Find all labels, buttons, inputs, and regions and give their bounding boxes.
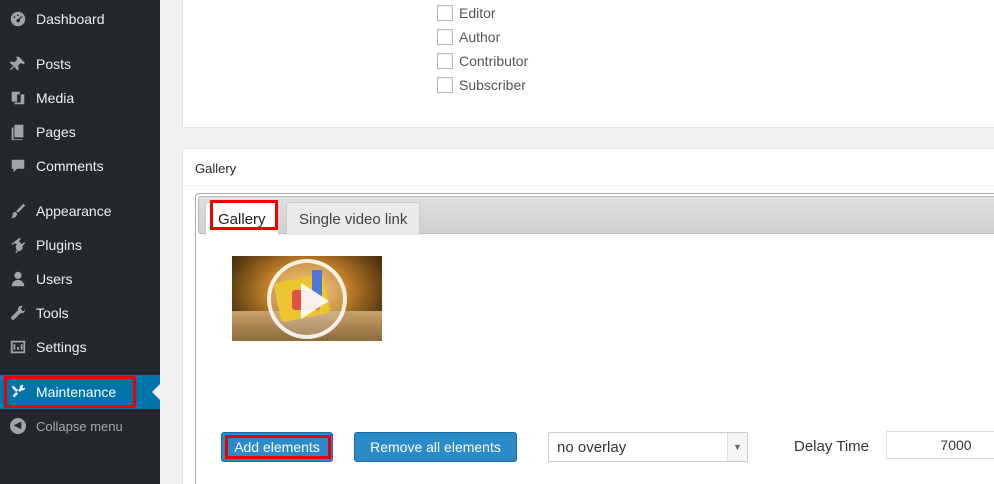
sidebar-item-comments[interactable]: Comments: [0, 149, 160, 183]
admin-sidebar: Dashboard Posts Media Pages Comments App…: [0, 0, 160, 484]
remove-all-label: Remove all elements: [370, 439, 501, 455]
tab-bar: Gallery Single video link: [198, 196, 994, 235]
sidebar-item-tools[interactable]: Tools: [0, 296, 160, 330]
active-menu-arrow: [152, 384, 160, 400]
tab-label: Gallery: [218, 210, 266, 228]
role-label: Subscriber: [459, 77, 526, 93]
sidebar-item-settings[interactable]: Settings: [0, 330, 160, 364]
overlay-select[interactable]: no overlay ▼: [548, 432, 748, 462]
sidebar-item-label: Maintenance: [36, 384, 117, 400]
overlay-select-value: no overlay: [557, 438, 627, 456]
main-content: Editor Author Contributor Subscriber Gal…: [160, 0, 994, 484]
sidebar-item-dashboard[interactable]: Dashboard: [0, 2, 160, 36]
tools-icon: [0, 383, 36, 401]
play-icon: [267, 259, 347, 339]
dashboard-icon: [0, 10, 36, 28]
role-label: Editor: [459, 5, 496, 21]
sidebar-item-plugins[interactable]: Plugins: [0, 228, 160, 262]
sidebar-item-media[interactable]: Media: [0, 81, 160, 115]
collapse-menu-button[interactable]: ◀ Collapse menu: [0, 409, 160, 443]
user-icon: [0, 270, 36, 288]
pin-icon: [0, 55, 36, 73]
remove-all-elements-button[interactable]: Remove all elements: [354, 432, 517, 462]
delay-time-label: Delay Time: [794, 438, 870, 455]
chevron-down-icon: ▼: [727, 433, 747, 461]
tab-single-video-link[interactable]: Single video link: [286, 202, 421, 235]
sidebar-item-label: Appearance: [36, 203, 112, 219]
panel-title: Gallery: [195, 161, 237, 176]
add-elements-button[interactable]: Add elements: [221, 432, 333, 462]
add-elements-label: Add elements: [234, 439, 320, 455]
sidebar-item-pages[interactable]: Pages: [0, 115, 160, 149]
gallery-tabs: Gallery Single video link Add elements R…: [195, 193, 994, 484]
sidebar-item-label: Media: [36, 90, 75, 106]
role-checkbox-contributor[interactable]: [437, 53, 453, 69]
role-row-subscriber: Subscriber: [437, 77, 526, 93]
brush-icon: [0, 202, 36, 220]
settings-icon: [0, 338, 36, 356]
sidebar-item-maintenance[interactable]: Maintenance: [0, 375, 160, 409]
gallery-panel: Gallery Gallery Single video link Add el…: [182, 148, 994, 484]
role-row-contributor: Contributor: [437, 53, 528, 69]
sidebar-item-label: Tools: [36, 305, 69, 321]
collapse-menu-label: Collapse menu: [36, 418, 123, 434]
tab-gallery[interactable]: Gallery: [205, 202, 279, 235]
delay-time-value: 7000: [940, 437, 972, 453]
sidebar-item-label: Users: [36, 271, 73, 287]
plugin-icon: [0, 236, 36, 254]
video-thumbnail[interactable]: [232, 256, 382, 341]
sidebar-item-label: Pages: [36, 124, 76, 140]
role-checkbox-author[interactable]: [437, 29, 453, 45]
tab-label: Single video link: [299, 210, 408, 228]
role-label: Author: [459, 29, 501, 45]
roles-panel: Editor Author Contributor Subscriber: [182, 0, 994, 128]
sidebar-item-label: Comments: [36, 158, 104, 174]
role-label: Contributor: [459, 53, 529, 69]
collapse-icon: ◀: [0, 418, 36, 434]
role-checkbox-subscriber[interactable]: [437, 77, 453, 93]
sidebar-item-users[interactable]: Users: [0, 262, 160, 296]
role-row-editor: Editor: [437, 5, 496, 21]
delay-time-input[interactable]: 7000: [886, 431, 994, 459]
divider: [183, 185, 994, 186]
wrench-icon: [0, 304, 36, 322]
sidebar-item-label: Dashboard: [36, 11, 105, 27]
sidebar-item-posts[interactable]: Posts: [0, 47, 160, 81]
role-checkbox-editor[interactable]: [437, 5, 453, 21]
sidebar-item-label: Settings: [36, 339, 87, 355]
sidebar-item-appearance[interactable]: Appearance: [0, 194, 160, 228]
role-row-author: Author: [437, 29, 500, 45]
pages-icon: [0, 123, 36, 141]
sidebar-item-label: Plugins: [36, 237, 82, 253]
media-icon: [0, 89, 36, 107]
sidebar-item-label: Posts: [36, 56, 72, 72]
comment-icon: [0, 157, 36, 175]
